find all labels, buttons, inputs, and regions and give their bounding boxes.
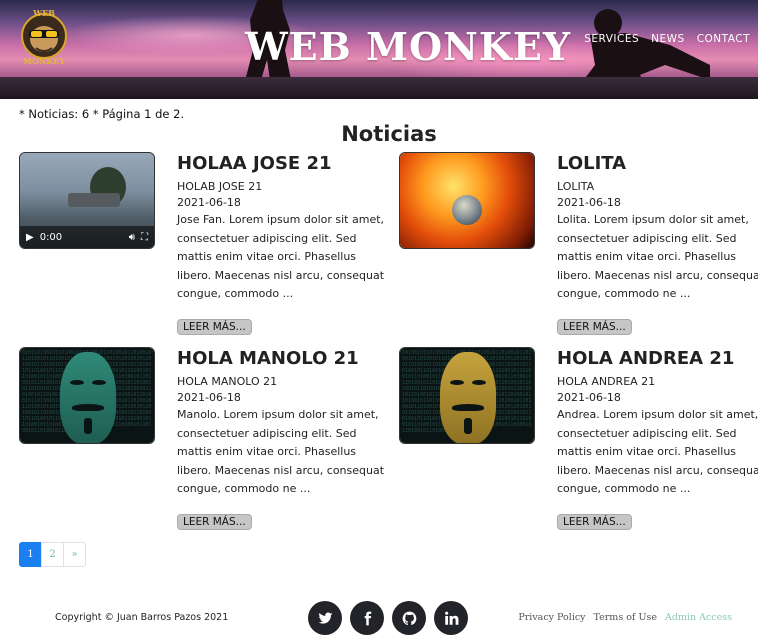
footer-links: Privacy Policy Terms of Use Admin Access [518, 612, 732, 623]
article-title[interactable]: HOLA MANOLO 21 [177, 348, 387, 369]
fullscreen-icon[interactable]: ⛶ [141, 232, 148, 243]
read-more-button[interactable]: LEER MÁS... [557, 319, 632, 335]
admin-access-link[interactable]: Admin Access [665, 612, 732, 623]
social-links [308, 601, 468, 635]
privacy-policy-link[interactable]: Privacy Policy [518, 612, 585, 623]
news-card: LOLITA LOLITA 2021-06-18 Lolita. Lorem i… [399, 152, 758, 337]
linkedin-icon [444, 611, 458, 625]
read-more-button[interactable]: LEER MÁS... [557, 514, 632, 530]
video-time: 0:00 [39, 231, 63, 243]
article-subtitle: LOLITA [557, 180, 595, 193]
article-date: 2021-06-18 [177, 391, 241, 404]
nav-link-services[interactable]: SERVICES [584, 33, 639, 45]
github-button[interactable] [392, 601, 426, 635]
news-count-info: * Noticias: 6 * Página 1 de 2. [19, 107, 185, 121]
terms-of-use-link[interactable]: Terms of Use [594, 612, 657, 623]
article-title[interactable]: HOLAA JOSE 21 [177, 153, 387, 174]
article-date: 2021-06-18 [177, 196, 241, 209]
article-excerpt: Manolo. Lorem ipsum dolor sit amet, cons… [177, 408, 385, 496]
news-card: ▶ 0:00 🔊︎ ⛶ HOLAA JOSE 21 HOLAB JOSE 21 … [19, 152, 384, 337]
page-2-button[interactable]: 2 [41, 542, 64, 567]
news-card: 1010010110100101101001011010010110100101… [399, 347, 758, 532]
news-card: 0101101001011010010110100101101001011010… [19, 347, 384, 532]
article-excerpt: Jose Fan. Lorem ipsum dolor sit amet, co… [177, 213, 385, 301]
play-icon[interactable]: ▶ [26, 232, 34, 243]
github-icon [402, 611, 416, 625]
article-excerpt: Lolita. Lorem ipsum dolor sit amet, cons… [557, 213, 758, 301]
next-page-button[interactable]: » [63, 542, 86, 567]
video-player[interactable]: ▶ 0:00 🔊︎ ⛶ [19, 152, 155, 249]
article-subtitle: HOLAB JOSE 21 [177, 180, 263, 193]
article-title[interactable]: HOLA ANDREA 21 [557, 348, 758, 369]
video-controls: ▶ 0:00 🔊︎ ⛶ [20, 226, 154, 248]
nav-link-news[interactable]: NEWS [651, 33, 685, 45]
nav-link-contact[interactable]: CONTACT [697, 33, 750, 45]
linkedin-button[interactable] [434, 601, 468, 635]
read-more-button[interactable]: LEER MÁS... [177, 514, 252, 530]
main-nav: SERVICES NEWS CONTACT [584, 33, 750, 45]
twitter-icon [318, 612, 332, 624]
logo-text-top: WEB [32, 8, 55, 18]
facebook-icon [364, 611, 371, 625]
read-more-button[interactable]: LEER MÁS... [177, 319, 252, 335]
volume-icon[interactable]: 🔊︎ [129, 232, 135, 243]
pagination: 1 2 » [19, 542, 86, 567]
article-date: 2021-06-18 [557, 196, 621, 209]
article-date: 2021-06-18 [557, 391, 621, 404]
article-image[interactable]: 0101101001011010010110100101101001011010… [19, 347, 155, 444]
site-title: WEB MONKEY [245, 24, 572, 69]
header-banner: WEB MONKEY WEB MONKEY SERVICES NEWS CONT… [0, 0, 758, 99]
section-title: Noticias [341, 122, 437, 146]
copyright-text: Copyright © Juan Barros Pazos 2021 [55, 612, 229, 623]
logo-text-bottom: MONKEY [23, 56, 65, 66]
article-image[interactable] [399, 152, 535, 249]
twitter-button[interactable] [308, 601, 342, 635]
article-subtitle: HOLA MANOLO 21 [177, 375, 278, 388]
page-1-button[interactable]: 1 [19, 542, 42, 567]
facebook-button[interactable] [350, 601, 384, 635]
article-subtitle: HOLA ANDREA 21 [557, 375, 656, 388]
logo[interactable]: WEB MONKEY [16, 6, 72, 66]
article-excerpt: Andrea. Lorem ipsum dolor sit amet, cons… [557, 408, 758, 496]
banner-ground [0, 77, 758, 99]
article-title[interactable]: LOLITA [557, 153, 758, 174]
article-image[interactable]: 1010010110100101101001011010010110100101… [399, 347, 535, 444]
